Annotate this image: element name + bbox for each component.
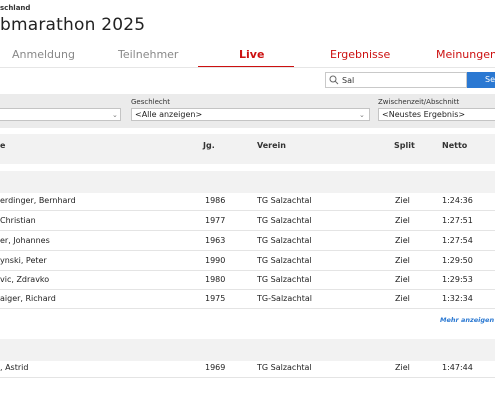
event-title: bmarathon 2025 bbox=[0, 15, 146, 35]
net-time: 1:27:51 bbox=[442, 216, 473, 225]
table-row[interactable]: Christian 1977 TG Salzachtal Ziel 1:27:5… bbox=[0, 211, 495, 231]
birth-year: 1980 bbox=[205, 275, 226, 284]
search-button[interactable]: Se bbox=[467, 72, 495, 88]
search-icon bbox=[329, 75, 339, 85]
split: Ziel bbox=[395, 196, 410, 205]
tab-teilnehmer[interactable]: Teilnehmer bbox=[118, 48, 178, 61]
runner-name: er, Johannes bbox=[0, 236, 50, 245]
show-more-link[interactable]: Mehr anzeigen bbox=[440, 316, 494, 324]
net-time: 1:32:34 bbox=[442, 294, 473, 303]
gender-select-value: <Alle anzeigen> bbox=[135, 110, 203, 119]
table-row[interactable]: ynski, Peter 1990 TG Salzachtal Ziel 1:2… bbox=[0, 251, 495, 271]
birth-year: 1969 bbox=[205, 363, 226, 372]
results-table-header: e Jg. Verein Split Netto bbox=[0, 134, 495, 164]
birth-year: 1963 bbox=[205, 236, 226, 245]
tab-meinungen[interactable]: Meinungen bbox=[436, 48, 495, 61]
club: TG Salzachtal bbox=[257, 236, 312, 245]
split-select-value: <Neustes Ergebnis> bbox=[382, 110, 466, 119]
club: TG Salzachtal bbox=[257, 196, 312, 205]
runner-name: vic, Zdravko bbox=[0, 275, 50, 284]
active-tab-indicator bbox=[198, 66, 294, 67]
main-tabs: Anmeldung Teilnehmer Live Ergebnisse Mei… bbox=[0, 48, 495, 68]
tab-anmeldung[interactable]: Anmeldung bbox=[12, 48, 75, 61]
runner-name: ynski, Peter bbox=[0, 256, 47, 265]
split: Ziel bbox=[395, 294, 410, 303]
gender-select[interactable]: <Alle anzeigen> ⌄ bbox=[131, 108, 370, 121]
gender-filter-label: Geschlecht bbox=[131, 98, 170, 106]
club: TG Salzachtal bbox=[257, 363, 312, 372]
birth-year: 1977 bbox=[205, 216, 226, 225]
col-club-header: Verein bbox=[257, 141, 286, 150]
net-time: 1:29:53 bbox=[442, 275, 473, 284]
runner-name: Christian bbox=[0, 216, 36, 225]
net-time: 1:47:44 bbox=[442, 363, 473, 372]
split-filter-label: Zwischenzeit/Abschnitt bbox=[378, 98, 460, 106]
split: Ziel bbox=[395, 275, 410, 284]
table-row[interactable]: , Astrid 1969 TG Salzachtal Ziel 1:47:44 bbox=[0, 358, 495, 378]
tabs-divider bbox=[0, 67, 495, 68]
split: Ziel bbox=[395, 256, 410, 265]
search-input[interactable] bbox=[342, 74, 462, 86]
split: Ziel bbox=[395, 216, 410, 225]
event-location: schland bbox=[0, 4, 31, 12]
tab-live[interactable]: Live bbox=[239, 48, 264, 61]
club: TG Salzachtal bbox=[257, 216, 312, 225]
club: TG-Salzachtal bbox=[257, 294, 313, 303]
col-name-header: e bbox=[0, 141, 6, 150]
search-box bbox=[325, 72, 467, 88]
net-time: 1:29:50 bbox=[442, 256, 473, 265]
col-split-header: Split bbox=[394, 141, 415, 150]
birth-year: 1990 bbox=[205, 256, 226, 265]
birth-year: 1986 bbox=[205, 196, 226, 205]
filter-bar: ⌄ Geschlecht <Alle anzeigen> ⌄ Zwischenz… bbox=[0, 94, 495, 128]
table-row[interactable]: aiger, Richard 1975 TG-Salzachtal Ziel 1… bbox=[0, 289, 495, 309]
table-row[interactable]: er, Johannes 1963 TG Salzachtal Ziel 1:2… bbox=[0, 231, 495, 251]
split: Ziel bbox=[395, 363, 410, 372]
club: TG Salzachtal bbox=[257, 256, 312, 265]
runner-name: aiger, Richard bbox=[0, 294, 56, 303]
net-time: 1:27:54 bbox=[442, 236, 473, 245]
chevron-down-icon: ⌄ bbox=[359, 111, 365, 119]
table-row[interactable]: vic, Zdravko 1980 TG Salzachtal Ziel 1:2… bbox=[0, 270, 495, 290]
net-time: 1:24:36 bbox=[442, 196, 473, 205]
tab-ergebnisse[interactable]: Ergebnisse bbox=[330, 48, 390, 61]
runner-name: , Astrid bbox=[0, 363, 29, 372]
club: TG Salzachtal bbox=[257, 275, 312, 284]
table-row[interactable]: erdinger, Bernhard 1986 TG Salzachtal Zi… bbox=[0, 191, 495, 211]
birth-year: 1975 bbox=[205, 294, 226, 303]
split-select[interactable]: <Neustes Ergebnis> bbox=[378, 108, 495, 121]
category-select[interactable]: ⌄ bbox=[0, 108, 121, 121]
runner-name: erdinger, Bernhard bbox=[0, 196, 76, 205]
col-year-header: Jg. bbox=[203, 141, 215, 150]
split: Ziel bbox=[395, 236, 410, 245]
group-header-row bbox=[0, 171, 495, 193]
chevron-down-icon: ⌄ bbox=[112, 111, 118, 119]
col-net-header: Netto bbox=[442, 141, 468, 150]
